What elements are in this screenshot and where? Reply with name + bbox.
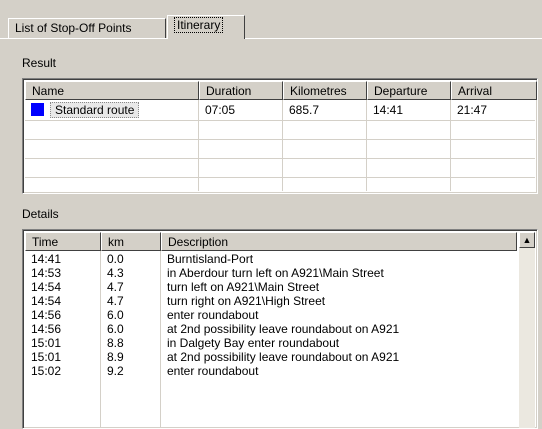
detail-km: 4.3 — [107, 266, 124, 280]
detail-row[interactable]: 14:56 6.0 at 2nd possibility leave roundab… — [25, 322, 517, 336]
detail-description: Burntisland-Port — [167, 252, 254, 266]
route-duration: 07:05 — [205, 103, 236, 117]
details-list[interactable]: Time km Description 14:41 0.0 Burntisland-… — [22, 229, 538, 429]
scroll-up-button[interactable]: ▲ — [519, 232, 535, 248]
detail-description: enter roundabout — [167, 308, 259, 322]
details-label: Details — [22, 207, 59, 221]
detail-km: 8.9 — [107, 350, 124, 364]
detail-time: 14:56 — [31, 322, 62, 336]
detail-km: 6.0 — [107, 308, 124, 322]
route-name: Standard route — [50, 102, 140, 118]
detail-time: 15:02 — [31, 364, 62, 378]
grid-line — [25, 120, 535, 121]
result-header: Name Duration Kilometres Departure Arriv… — [25, 81, 537, 100]
col-name-header[interactable]: Name — [25, 81, 199, 100]
details-scrollbar[interactable]: ▲ — [519, 232, 535, 428]
grid-line — [25, 177, 535, 178]
grid-line — [25, 158, 535, 159]
detail-time: 14:54 — [31, 280, 62, 294]
detail-time: 14:41 — [31, 252, 62, 266]
col-km-header[interactable]: km — [101, 232, 161, 251]
detail-description: enter roundabout — [167, 364, 259, 378]
detail-description: at 2nd possibility leave roundabout on A… — [167, 350, 400, 364]
detail-time: 14:54 — [31, 294, 62, 308]
route-name-cell: Standard route — [25, 101, 199, 119]
detail-row[interactable]: 14:53 4.3 in Aberdour turn left on A921\Ma… — [25, 266, 517, 280]
detail-km: 0.0 — [107, 252, 124, 266]
tab-itinerary-label: Itinerary — [174, 17, 224, 33]
grid-line — [25, 139, 535, 140]
tab-itinerary[interactable]: Itinerary — [167, 15, 245, 39]
route-departure: 14:41 — [373, 103, 404, 117]
detail-row[interactable]: 15:01 8.9 at 2nd possibility leave roundab… — [25, 350, 517, 364]
route-arrival: 21:47 — [457, 103, 488, 117]
tab-panel-border — [0, 38, 542, 39]
detail-km: 9.2 — [107, 364, 124, 378]
detail-row[interactable]: 15:01 8.8 in Dalgety Bay enter roundabout — [25, 336, 517, 350]
detail-km: 4.7 — [107, 294, 124, 308]
up-arrow-icon: ▲ — [522, 235, 532, 245]
tab-list-of-stop-off-points[interactable]: List of Stop-Off Points — [8, 18, 166, 39]
detail-row[interactable]: 14:41 0.0 Burntisland-Port — [25, 252, 517, 266]
detail-description: at 2nd possibility leave roundabout on A… — [167, 322, 400, 336]
route-kilometres: 685.7 — [289, 103, 320, 117]
result-list[interactable]: Name Duration Kilometres Departure Arriv… — [22, 78, 538, 194]
detail-time: 15:01 — [31, 350, 62, 364]
detail-km: 4.7 — [107, 280, 124, 294]
detail-time: 15:01 — [31, 336, 62, 350]
col-kilometres-header[interactable]: Kilometres — [283, 81, 367, 100]
detail-km: 6.0 — [107, 322, 124, 336]
detail-km: 8.8 — [107, 336, 124, 350]
route-color-swatch — [31, 103, 44, 116]
detail-description: in Aberdour turn left on A921\Main Stree… — [167, 266, 384, 280]
detail-row[interactable]: 14:56 6.0 enter roundabout — [25, 308, 517, 322]
result-label: Result — [22, 56, 57, 70]
col-duration-header[interactable]: Duration — [199, 81, 283, 100]
tab-strip: List of Stop-Off Points Itinerary — [0, 0, 542, 42]
detail-description: turn left on A921\Main Street — [167, 280, 320, 294]
result-row-standard-route[interactable]: Standard route 07:05 685.7 14:41 21:47 — [25, 101, 537, 119]
detail-time: 14:53 — [31, 266, 62, 280]
detail-row[interactable]: 14:54 4.7 turn left on A921\Main Street — [25, 280, 517, 294]
details-header: Time km Description — [25, 232, 517, 251]
col-time-header[interactable]: Time — [25, 232, 101, 251]
detail-row[interactable]: 14:54 4.7 turn right on A921\High Street — [25, 294, 517, 308]
detail-time: 14:56 — [31, 308, 62, 322]
detail-description: in Dalgety Bay enter roundabout — [167, 336, 340, 350]
detail-row[interactable]: 15:02 9.2 enter roundabout — [25, 364, 517, 378]
col-description-header[interactable]: Description — [161, 232, 517, 251]
col-departure-header[interactable]: Departure — [367, 81, 451, 100]
col-arrival-header[interactable]: Arrival — [451, 81, 537, 100]
detail-description: turn right on A921\High Street — [167, 294, 326, 308]
